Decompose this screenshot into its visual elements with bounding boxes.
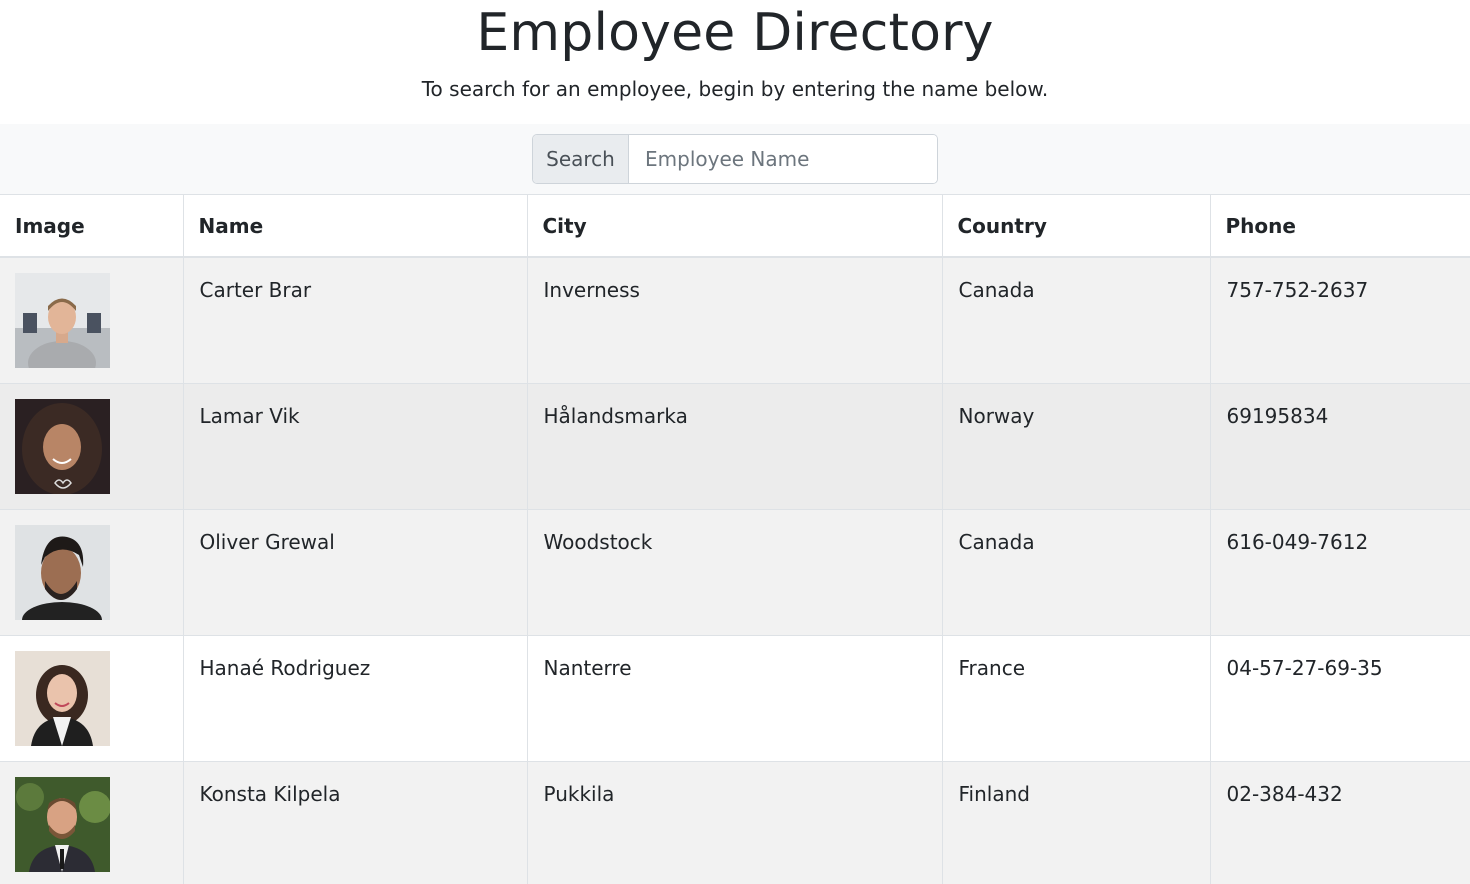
search-bar: Search [0,124,1470,195]
phone-cell: 757-752-2637 [1210,256,1470,383]
search-input-group: Search [532,134,938,184]
column-header-name[interactable]: Name [183,195,528,258]
employee-photo [15,776,110,872]
column-header-image[interactable]: Image [0,195,184,258]
column-header-country[interactable]: Country [942,195,1211,258]
employee-photo [15,273,110,368]
name-cell: Konsta Kilpela [183,760,528,884]
column-header-city[interactable]: City [527,195,943,258]
table-row: Konsta Kilpela Pukkila Finland 02-384-43… [0,760,1470,884]
search-prefix-label: Search [533,135,629,183]
city-cell: Woodstock [527,508,943,635]
image-cell [0,508,184,635]
table-row: Hanaé Rodriguez Nanterre France 04-57-27… [0,634,1470,761]
city-cell: Hålandsmarka [527,382,943,509]
image-cell [0,760,184,884]
table-row: Carter Brar Inverness Canada 757-752-263… [0,256,1470,383]
table-row: Oliver Grewal Woodstock Canada 616-049-7… [0,508,1470,635]
phone-cell: 69195834 [1210,382,1470,509]
image-cell [0,634,184,761]
image-cell [0,256,184,383]
employee-photo [15,398,110,494]
phone-cell: 616-049-7612 [1210,508,1470,635]
country-cell: Canada [942,508,1211,635]
column-header-phone[interactable]: Phone [1210,195,1470,258]
name-cell: Hanaé Rodriguez [183,634,528,761]
phone-cell: 02-384-432 [1210,760,1470,884]
page-subtitle: To search for an employee, begin by ente… [421,77,1049,101]
phone-cell: 04-57-27-69-35 [1210,634,1470,761]
city-cell: Inverness [527,256,943,383]
employee-photo [15,524,110,620]
image-cell [0,382,184,509]
city-cell: Nanterre [527,634,943,761]
name-cell: Carter Brar [183,256,528,383]
name-cell: Lamar Vik [183,382,528,509]
employee-photo [15,650,110,746]
search-input[interactable] [629,135,937,183]
country-cell: Finland [942,760,1211,884]
country-cell: Canada [942,256,1211,383]
table-header-row: Image Name City Country Phone [0,195,1470,258]
employee-table: Image Name City Country Phone Carter Bra… [0,195,1470,884]
city-cell: Pukkila [527,760,943,884]
name-cell: Oliver Grewal [183,508,528,635]
country-cell: Norway [942,382,1211,509]
page-header: Employee Directory To search for an empl… [0,0,1470,124]
country-cell: France [942,634,1211,761]
page-title: Employee Directory [476,3,994,63]
table-row: Lamar Vik Hålandsmarka Norway 69195834 [0,382,1470,509]
